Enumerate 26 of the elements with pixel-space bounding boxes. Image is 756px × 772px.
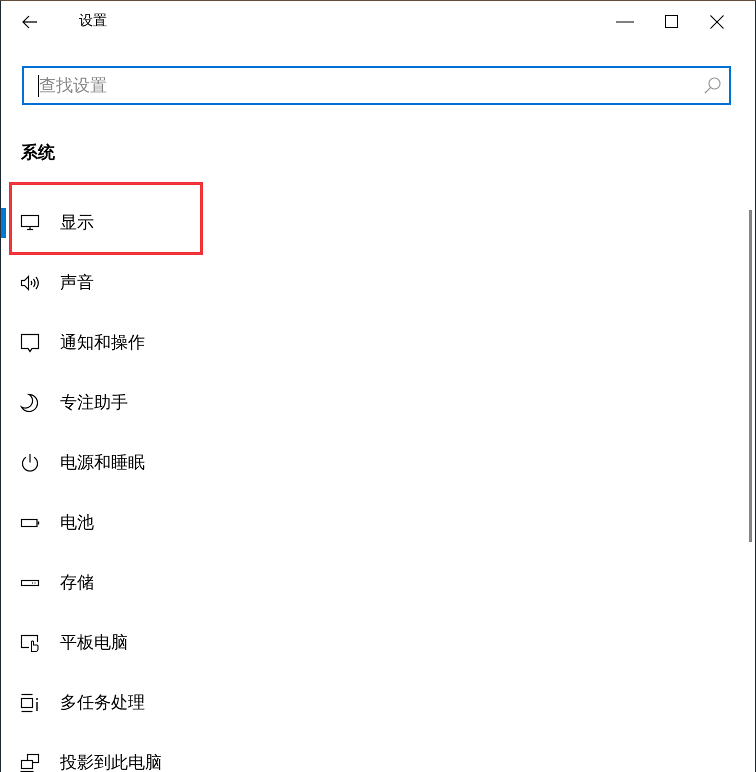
search-icon [704, 77, 721, 94]
nav-item[interactable]: 通知和操作 [1, 325, 151, 361]
nav-item[interactable]: 投影到此电脑 [1, 745, 168, 772]
close-icon [710, 14, 724, 28]
minimize-icon [616, 20, 634, 22]
nav-item[interactable]: 声音 [1, 265, 100, 301]
nav-item[interactable]: 电池 [1, 505, 100, 541]
moon-icon [20, 393, 40, 413]
text-cursor-icon [38, 75, 39, 97]
scrollbar[interactable] [749, 210, 752, 542]
section-heading: 系统 [21, 143, 55, 163]
nav-item[interactable]: 存储 [1, 565, 100, 601]
speaker-icon [20, 273, 40, 293]
nav-item[interactable]: 显示 [1, 205, 100, 241]
back-arrow-icon [22, 14, 38, 28]
window-title: 设置 [79, 13, 107, 30]
nav-item[interactable]: 电源和睡眠 [1, 445, 151, 481]
maximize-icon [664, 15, 678, 28]
nav-item[interactable]: 平板电脑 [1, 625, 134, 661]
power-icon [20, 453, 40, 473]
monitor-icon [20, 213, 40, 233]
tablet-touch-icon [20, 633, 40, 653]
nav-item[interactable]: 专注助手 [1, 385, 134, 421]
nav-item[interactable]: 多任务处理 [1, 685, 151, 721]
multitask-icon [20, 693, 40, 713]
speech-bubble-icon [20, 333, 40, 353]
